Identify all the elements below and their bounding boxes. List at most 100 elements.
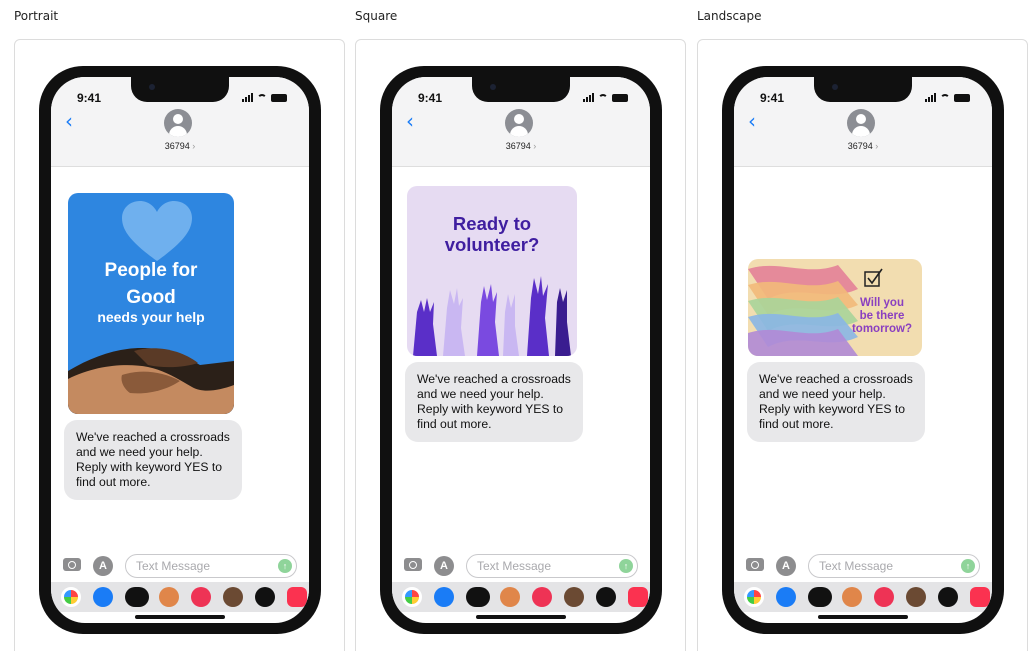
- mms-image[interactable]: People for Good needs your help: [68, 193, 234, 414]
- contact-number[interactable]: 36794 ›: [392, 141, 650, 151]
- send-icon[interactable]: ↑: [619, 559, 633, 573]
- placeholder-text: Text Message: [136, 559, 211, 573]
- text-message-input[interactable]: Text Message ↑: [466, 554, 638, 578]
- message-thread: People for Good needs your help We've re…: [51, 168, 309, 548]
- heart-sticker-icon[interactable]: [596, 587, 616, 607]
- music-icon[interactable]: [628, 587, 648, 607]
- battery-icon: [612, 94, 628, 102]
- mms-image[interactable]: Will you be there tomorrow?: [748, 259, 922, 356]
- status-time: 9:41: [760, 91, 785, 105]
- column-title: Square: [355, 9, 398, 23]
- contact-chevron-icon: ›: [533, 141, 537, 151]
- contact-avatar[interactable]: [164, 109, 192, 137]
- app-store-icon[interactable]: [93, 587, 113, 607]
- apple-pay-icon[interactable]: [125, 587, 149, 607]
- signal-icon: [242, 93, 253, 102]
- status-icons: [242, 93, 287, 102]
- phone-screen: 9:41 ‹ 36794 ›: [734, 77, 992, 623]
- photos-icon[interactable]: [744, 587, 764, 607]
- preview-card[interactable]: 9:41 ‹ 36794 › Ready to volunteer? We've…: [355, 39, 686, 651]
- memoji-2-icon[interactable]: [223, 587, 243, 607]
- wifi-icon: [598, 94, 608, 102]
- apple-pay-icon[interactable]: [466, 587, 490, 607]
- memoji-icon[interactable]: [842, 587, 862, 607]
- raised-hands-photo: [413, 276, 571, 356]
- image-subheadline: needs your help: [97, 309, 205, 325]
- camera-icon[interactable]: [63, 558, 81, 571]
- square-image: Ready to volunteer?: [407, 186, 577, 356]
- notch: [472, 77, 570, 102]
- image-headline: Ready to volunteer?: [444, 213, 540, 255]
- heart-sticker-icon[interactable]: [938, 587, 958, 607]
- home-indicator: [818, 615, 908, 619]
- landscape-image: Will you be there tomorrow?: [748, 259, 922, 356]
- placeholder-text: Text Message: [477, 559, 552, 573]
- message-bubble[interactable]: We've reached a crossroads and we need y…: [405, 362, 583, 442]
- memoji-2-icon[interactable]: [906, 587, 926, 607]
- back-chevron-icon[interactable]: ‹: [406, 109, 414, 133]
- contact-number-text: 36794: [164, 141, 190, 151]
- composer: A Text Message ↑: [392, 553, 650, 579]
- heart-sticker-icon[interactable]: [255, 587, 275, 607]
- status-icons: [925, 93, 970, 102]
- handshake-photo: [68, 331, 234, 414]
- send-icon[interactable]: ↑: [278, 559, 292, 573]
- app-store-button[interactable]: A: [776, 556, 796, 576]
- text-message-input[interactable]: Text Message ↑: [808, 554, 980, 578]
- column-portrait: Portrait 9:41 ‹ 36794 › People for Good …: [14, 0, 345, 651]
- app-store-icon[interactable]: [776, 587, 796, 607]
- memoji-2-icon[interactable]: [564, 587, 584, 607]
- battery-icon: [271, 94, 287, 102]
- signal-icon: [583, 93, 594, 102]
- wifi-icon: [257, 94, 267, 102]
- phone-mockup: 9:41 ‹ 36794 ›: [39, 66, 321, 634]
- message-thread: Ready to volunteer? We've reached a cros…: [392, 168, 650, 548]
- app-store-button[interactable]: A: [93, 556, 113, 576]
- phone-mockup: 9:41 ‹ 36794 ›: [722, 66, 1004, 634]
- app-drawer: [392, 582, 650, 612]
- text-message-input[interactable]: Text Message ↑: [125, 554, 297, 578]
- image-search-icon[interactable]: [191, 587, 211, 607]
- image-search-icon[interactable]: [532, 587, 552, 607]
- app-drawer: [734, 582, 992, 612]
- status-time: 9:41: [77, 91, 102, 105]
- home-indicator: [135, 615, 225, 619]
- memoji-icon[interactable]: [500, 587, 520, 607]
- camera-icon[interactable]: [746, 558, 764, 571]
- image-search-icon[interactable]: [874, 587, 894, 607]
- preview-card[interactable]: 9:41 ‹ 36794 ›: [14, 39, 345, 651]
- notch: [814, 77, 912, 102]
- app-store-icon[interactable]: [434, 587, 454, 607]
- contact-avatar[interactable]: [505, 109, 533, 137]
- message-bubble[interactable]: We've reached a crossroads and we need y…: [747, 362, 925, 442]
- app-store-button[interactable]: A: [434, 556, 454, 576]
- music-icon[interactable]: [287, 587, 307, 607]
- contact-number-text: 36794: [505, 141, 531, 151]
- composer: A Text Message ↑: [734, 553, 992, 579]
- contact-number-text: 36794: [847, 141, 873, 151]
- memoji-icon[interactable]: [159, 587, 179, 607]
- camera-icon[interactable]: [404, 558, 422, 571]
- message-thread: Will you be there tomorrow? We've reached …: [734, 168, 992, 548]
- preview-card[interactable]: 9:41 ‹ 36794 ›: [697, 39, 1028, 651]
- contact-number[interactable]: 36794 ›: [51, 141, 309, 151]
- back-chevron-icon[interactable]: ‹: [65, 109, 73, 133]
- status-time: 9:41: [418, 91, 443, 105]
- contact-avatar[interactable]: [847, 109, 875, 137]
- column-title: Landscape: [697, 9, 762, 23]
- mms-image[interactable]: Ready to volunteer?: [407, 186, 577, 356]
- portrait-image: People for Good needs your help: [68, 193, 234, 414]
- battery-icon: [954, 94, 970, 102]
- back-chevron-icon[interactable]: ‹: [748, 109, 756, 133]
- column-landscape: Landscape 9:41 ‹ 36794 › Will you be the…: [697, 0, 1028, 651]
- music-icon[interactable]: [970, 587, 990, 607]
- photos-icon[interactable]: [402, 587, 422, 607]
- column-title: Portrait: [14, 9, 59, 23]
- contact-number[interactable]: 36794 ›: [734, 141, 992, 151]
- photos-icon[interactable]: [61, 587, 81, 607]
- apple-pay-icon[interactable]: [808, 587, 832, 607]
- send-icon[interactable]: ↑: [961, 559, 975, 573]
- message-bubble[interactable]: We've reached a crossroads and we need y…: [64, 420, 242, 500]
- phone-screen: 9:41 ‹ 36794 › Ready to volunteer? We've…: [392, 77, 650, 623]
- signal-icon: [925, 93, 936, 102]
